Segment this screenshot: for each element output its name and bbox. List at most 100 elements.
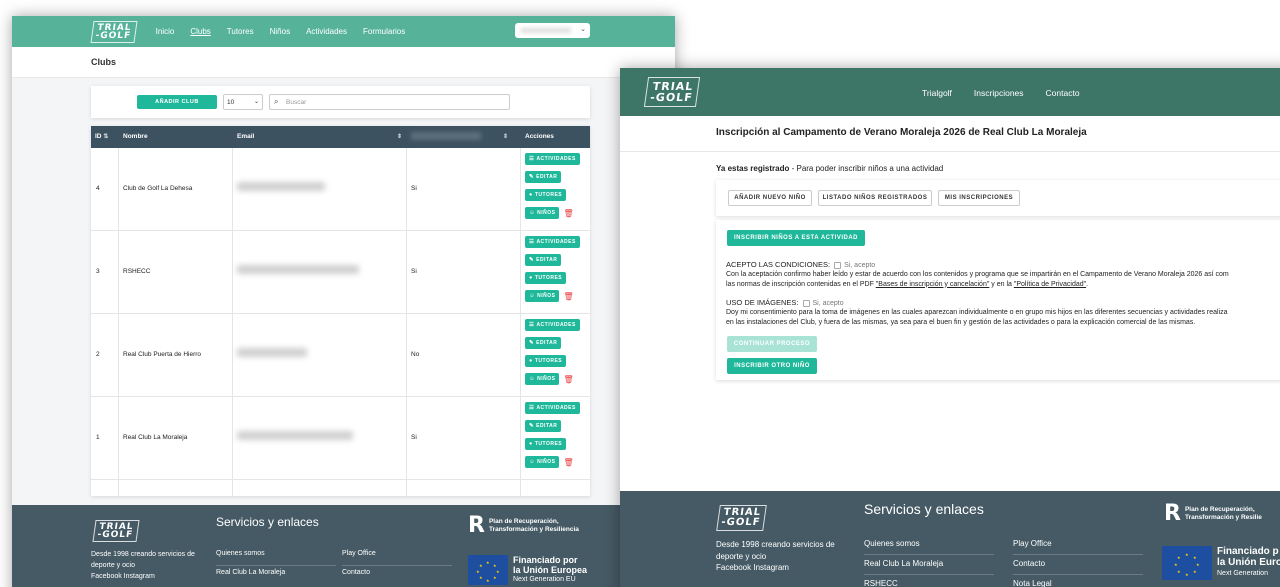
tutors-button[interactable]: ● TUTORES — [525, 189, 567, 201]
search-input[interactable]: ⌕ Buscar — [269, 94, 510, 110]
activities-button[interactable]: ☰ ACTIVIDADES — [525, 402, 580, 414]
prtr-r-icon: R — [468, 513, 485, 538]
edit-button[interactable]: ✎ EDITAR — [525, 171, 562, 183]
list-kids-button[interactable]: LISTADO NIÑOS REGISTRADOS — [818, 190, 932, 206]
activities-button[interactable]: ☰ ACTIVIDADES — [525, 236, 580, 248]
list-icon: ☰ — [529, 322, 535, 328]
footer-social-links[interactable]: Facebook Instagram — [91, 571, 211, 582]
footer-link[interactable]: Contacto — [342, 569, 370, 576]
footer-logo[interactable]: TRIAL -GOLF — [716, 505, 767, 531]
blurred-email — [237, 348, 307, 357]
nav-formularios[interactable]: Formularios — [363, 27, 405, 36]
activities-button[interactable]: ☰ ACTIVIDADES — [525, 319, 580, 331]
kids-button[interactable]: ☺ NIÑOS — [525, 207, 560, 219]
page-size-value: 10 — [227, 99, 235, 106]
th-flag-sort[interactable]: ⇕ — [503, 133, 508, 140]
nav-inscripciones[interactable]: Inscripciones — [974, 88, 1024, 98]
edit-label: EDITAR — [536, 174, 558, 180]
footer-logo[interactable]: TRIAL -GOLF — [92, 520, 140, 542]
add-club-button[interactable]: AÑADIR CLUB — [137, 95, 217, 109]
th-id[interactable]: ID ⇅ — [95, 133, 108, 140]
page-size-select[interactable]: 10 ⌄ — [223, 94, 263, 110]
nav-tutores[interactable]: Tutores — [227, 27, 254, 36]
footer-link[interactable]: Quienes somos — [864, 539, 920, 548]
tutors-button[interactable]: ● TUTORES — [525, 272, 567, 284]
activities-button[interactable]: ☰ ACTIVIDADES — [525, 153, 580, 165]
tutors-button[interactable]: ● TUTORES — [525, 355, 567, 367]
th-email[interactable]: Email — [237, 133, 254, 140]
nav-inicio[interactable]: Inicio — [156, 27, 175, 36]
eu-line3: Next Generation — [1217, 570, 1268, 577]
bases-pdf-link[interactable]: "Bases de inscripción y cancelación" — [876, 281, 990, 288]
nav-trialgolf[interactable]: Trialgolf — [922, 88, 952, 98]
table-header: ID ⇅ Nombre Email ⇕ ⇕ Acciones — [91, 126, 590, 148]
footer-link[interactable]: Contacto — [1013, 559, 1045, 568]
user-icon: ● — [529, 275, 533, 281]
th-id-label: ID — [95, 133, 102, 140]
pencil-icon: ✎ — [529, 174, 535, 180]
images-row: USO DE IMÁGENES: Si, acepto — [726, 298, 844, 307]
footer-link[interactable]: Nota Legal — [1013, 579, 1052, 587]
add-kid-button[interactable]: AÑADIR NUEVO NIÑO — [728, 190, 812, 206]
prtr-logo: R Plan de Recuperación, Transformación y… — [1164, 501, 1262, 526]
footer-link[interactable]: Real Club La Moraleja — [216, 569, 285, 576]
trash-icon[interactable]: 🗑 — [563, 292, 573, 301]
list-icon: ☰ — [529, 239, 535, 245]
inscribe-kids-button[interactable]: INSCRIBIR NIÑOS A ESTA ACTIVIDAD — [727, 230, 865, 246]
nav-clubs[interactable]: Clubs — [190, 27, 210, 36]
conditions-checkbox[interactable] — [834, 261, 842, 269]
trialgolf-logo[interactable]: TRIAL -GOLF — [90, 20, 138, 43]
footer-social-links[interactable]: Facebook Instagram — [716, 562, 851, 574]
public-nav-links: Trialgolf Inscripciones Contacto — [922, 88, 1102, 98]
nav-ninos[interactable]: Niños — [270, 27, 290, 36]
th-email-sort[interactable]: ⇕ — [397, 133, 402, 140]
page-title: Inscripción al Campamento de Verano Mora… — [716, 127, 1087, 138]
row-actions: ☰ ACTIVIDADES ✎ EDITAR ● TUTORES ☺ NIÑOS 🗑 — [525, 402, 585, 474]
footer-title: Servicios y enlaces — [216, 515, 319, 529]
trash-icon[interactable]: 🗑 — [563, 458, 573, 467]
continue-process-button[interactable]: CONTINUAR PROCESO — [727, 336, 817, 352]
edit-button[interactable]: ✎ EDITAR — [525, 337, 562, 349]
edit-button[interactable]: ✎ EDITAR — [525, 254, 562, 266]
admin-navbar: TRIAL -GOLF Inicio Clubs Tutores Niños A… — [12, 16, 675, 47]
images-line2: en las instalaciones del Club, y fuera d… — [726, 318, 1196, 326]
kids-button[interactable]: ☺ NIÑOS — [525, 373, 560, 385]
footer-link[interactable]: Play Office — [342, 550, 376, 557]
nav-contacto[interactable]: Contacto — [1046, 88, 1080, 98]
images-checkbox[interactable] — [802, 299, 810, 307]
row-name: Real Club La Moraleja — [123, 434, 188, 441]
th-name[interactable]: Nombre — [123, 133, 148, 140]
public-window: TRIAL -GOLF Trialgolf Inscripciones Cont… — [620, 68, 1280, 587]
footer-divider — [216, 565, 336, 566]
footer-description: Desde 1998 creando servicios de deporte … — [716, 539, 851, 574]
trialgolf-logo[interactable]: TRIAL -GOLF — [643, 77, 701, 107]
my-inscriptions-button[interactable]: MIS INSCRIPCIONES — [938, 190, 1020, 206]
user-icon: ● — [529, 441, 533, 447]
trash-icon[interactable]: 🗑 — [563, 375, 573, 384]
footer-link[interactable]: RSHECC — [864, 579, 898, 587]
images-line1: Doy mi consentimiento para la toma de im… — [726, 309, 1228, 316]
table-row: 4 Club de Golf La Dehesa Si ☰ ACTIVIDADES… — [91, 148, 590, 231]
admin-window: TRIAL -GOLF Inicio Clubs Tutores Niños A… — [12, 16, 675, 587]
chevron-down-icon: ⌄ — [580, 26, 586, 33]
tutors-label: TUTORES — [534, 275, 563, 281]
nav-actividades[interactable]: Actividades — [306, 27, 347, 36]
user-menu-dropdown[interactable]: ⌄ — [515, 23, 590, 38]
search-icon: ⌕ — [274, 97, 279, 106]
edit-button[interactable]: ✎ EDITAR — [525, 420, 562, 432]
eu-line2: la Unión Europea — [513, 565, 588, 575]
footer-link[interactable]: Play Office — [1013, 539, 1052, 548]
footer-link[interactable]: Real Club La Moraleja — [864, 559, 943, 568]
inscribe-another-kid-button[interactable]: INSCRIBIR OTRO NIÑO — [727, 358, 817, 374]
kids-button[interactable]: ☺ NIÑOS — [525, 290, 560, 302]
logo-line2: -GOLF — [649, 91, 694, 104]
activities-label: ACTIVIDADES — [536, 156, 576, 162]
kids-button[interactable]: ☺ NIÑOS — [525, 456, 560, 468]
tutors-button[interactable]: ● TUTORES — [525, 438, 567, 450]
registered-rest: - Para poder inscribir niños a una activ… — [789, 164, 944, 173]
privacy-policy-link[interactable]: "Política de Privacidad" — [1014, 281, 1086, 288]
footer-link[interactable]: Quienes somos — [216, 550, 265, 557]
th-email-label: Email — [237, 133, 255, 140]
edit-label: EDITAR — [536, 257, 558, 263]
trash-icon[interactable]: 🗑 — [563, 209, 573, 218]
